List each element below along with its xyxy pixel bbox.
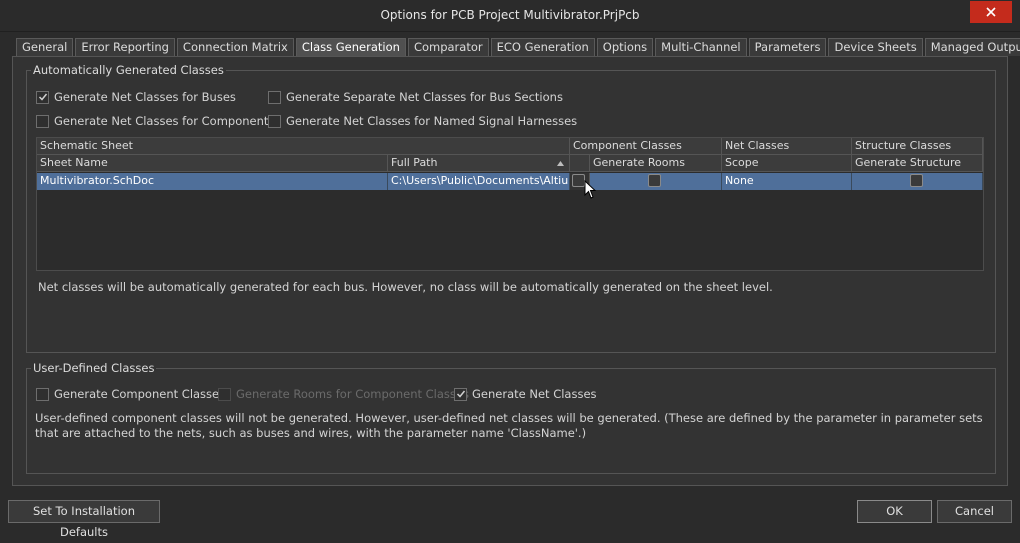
tab-connection-matrix[interactable]: Connection Matrix	[176, 38, 294, 56]
column-generate-structure[interactable]: Generate Structure	[852, 155, 983, 172]
checkbox-box	[218, 387, 231, 401]
checkbox-box[interactable]	[454, 387, 467, 401]
cell-scope[interactable]: None	[722, 173, 852, 190]
close-button[interactable]	[970, 1, 1012, 23]
auto-classes-group: Automatically Generated Classes Generate…	[26, 63, 996, 353]
checkbox-box[interactable]	[36, 90, 49, 104]
tab-comparator[interactable]: Comparator	[407, 38, 489, 56]
check-icon	[456, 390, 465, 398]
table-row[interactable]: Multivibrator.SchDoc C:\Users\Public\Doc…	[37, 173, 983, 190]
close-icon	[986, 7, 996, 17]
column-scope[interactable]: Scope	[722, 155, 852, 172]
header-component-classes: Component Classes	[570, 138, 722, 155]
tab-error-reporting[interactable]: Error Reporting	[75, 38, 175, 56]
cancel-button[interactable]: Cancel	[937, 500, 1012, 523]
generate-component-net-classes-label: Generate Net Classes for Components	[54, 114, 275, 128]
signal-harnesses-checkbox[interactable]: Generate Net Classes for Named Signal Ha…	[268, 114, 577, 128]
ok-button[interactable]: OK	[857, 500, 932, 523]
user-classes-note: User-defined component classes will not …	[35, 411, 983, 440]
tab-class-generation[interactable]: Class Generation	[295, 38, 406, 57]
generate-structure-checkbox[interactable]	[910, 174, 923, 187]
cell-sheet-name: Multivibrator.SchDoc	[37, 173, 388, 190]
mouse-cursor-icon	[584, 180, 597, 199]
tab-strip: General Error Reporting Connection Matri…	[16, 38, 1020, 57]
cell-full-path: C:\Users\Public\Documents\Altium\	[388, 173, 570, 190]
generate-component-net-classes-checkbox[interactable]: Generate Net Classes for Components	[36, 114, 274, 128]
cell-generate-structure[interactable]	[852, 173, 983, 190]
separate-bus-sections-checkbox[interactable]: Generate Separate Net Classes for Bus Se…	[268, 90, 563, 104]
generate-component-classes-checkbox[interactable]: Generate Component Classes	[36, 387, 225, 401]
column-full-path-label: Full Path	[391, 156, 438, 169]
checkbox-box[interactable]	[36, 387, 49, 401]
generate-rooms-checkbox-disabled: Generate Rooms for Component Classes	[218, 387, 469, 401]
tab-parameters[interactable]: Parameters	[748, 38, 827, 56]
tab-general[interactable]: General	[16, 38, 74, 56]
class-generation-pane: Automatically Generated Classes Generate…	[12, 56, 1008, 486]
header-net-classes: Net Classes	[722, 138, 852, 155]
tab-device-sheets[interactable]: Device Sheets	[828, 38, 923, 56]
tab-options[interactable]: Options	[596, 38, 654, 56]
generate-rooms-checkbox[interactable]	[648, 174, 661, 187]
set-installation-defaults-button[interactable]: Set To Installation Defaults	[8, 500, 160, 539]
generate-net-classes-checkbox[interactable]: Generate Net Classes	[454, 387, 597, 401]
tab-multi-channel[interactable]: Multi-Channel	[655, 38, 747, 56]
checkbox-box[interactable]	[268, 114, 281, 128]
header-schematic-sheet: Schematic Sheet	[37, 138, 570, 155]
generate-rooms-label: Generate Rooms for Component Classes	[236, 387, 469, 401]
sort-ascending-icon	[557, 161, 564, 166]
column-component-check[interactable]	[570, 155, 590, 172]
generate-bus-classes-label: Generate Net Classes for Buses	[54, 90, 236, 104]
checkbox-box[interactable]	[268, 90, 281, 104]
user-classes-group: User-Defined Classes Generate Component …	[26, 361, 996, 474]
cell-generate-rooms[interactable]	[590, 173, 722, 190]
signal-harnesses-label: Generate Net Classes for Named Signal Ha…	[286, 114, 578, 128]
auto-classes-title: Automatically Generated Classes	[31, 63, 226, 77]
auto-classes-note: Net classes will be automatically genera…	[38, 280, 773, 294]
generate-bus-classes-checkbox[interactable]: Generate Net Classes for Buses	[36, 90, 236, 104]
check-icon	[38, 93, 47, 101]
column-sheet-name[interactable]: Sheet Name	[37, 155, 388, 172]
column-generate-rooms[interactable]: Generate Rooms	[590, 155, 722, 172]
tab-managed-outputjobs[interactable]: Managed OutputJobs	[924, 38, 1020, 56]
checkbox-box[interactable]	[36, 114, 49, 128]
title-bar: Options for PCB Project Multivibrator.Pr…	[0, 0, 1020, 32]
generate-net-classes-label: Generate Net Classes	[472, 387, 597, 401]
tab-eco-generation[interactable]: ECO Generation	[490, 38, 595, 56]
user-classes-title: User-Defined Classes	[31, 361, 157, 375]
window-title: Options for PCB Project Multivibrator.Pr…	[380, 8, 640, 22]
sheet-classes-grid: Schematic Sheet Component Classes Net Cl…	[36, 137, 984, 271]
column-full-path[interactable]: Full Path	[388, 155, 570, 172]
generate-component-classes-label: Generate Component Classes	[54, 387, 226, 401]
separate-bus-sections-label: Generate Separate Net Classes for Bus Se…	[286, 90, 563, 104]
header-structure-classes: Structure Classes	[852, 138, 983, 155]
